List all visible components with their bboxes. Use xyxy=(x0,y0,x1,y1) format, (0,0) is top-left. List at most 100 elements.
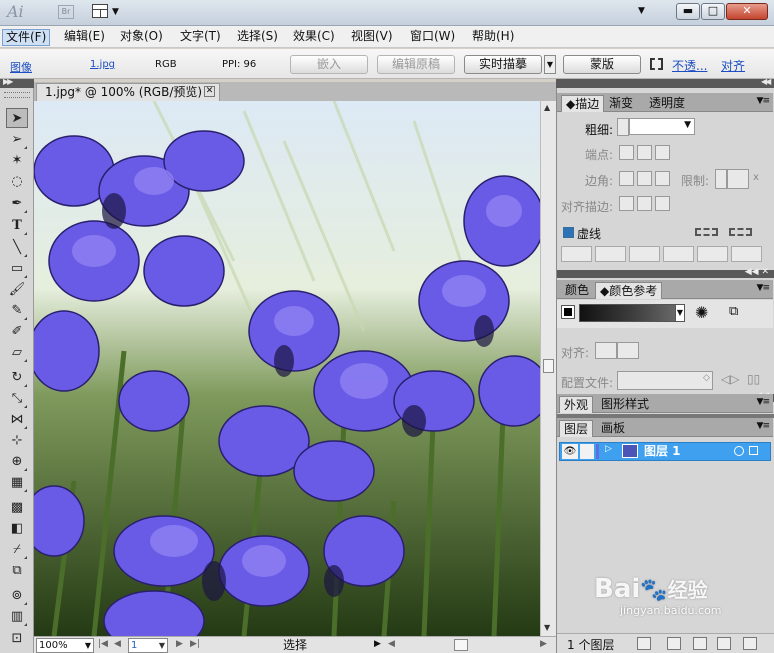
new-layer-icon[interactable] xyxy=(717,637,731,650)
blob-brush-tool-icon[interactable]: ✐ xyxy=(6,322,28,342)
width-tool-icon[interactable]: ⋈ xyxy=(6,410,28,430)
trash-icon[interactable] xyxy=(743,637,757,650)
tools-grip[interactable] xyxy=(4,92,30,98)
panel-menu-icon[interactable]: ▼≡ xyxy=(757,96,771,106)
horizontal-scroll-thumb[interactable] xyxy=(454,639,468,651)
arrange-documents-button[interactable]: ▼ xyxy=(92,4,122,20)
menu-type[interactable]: 文字(T) xyxy=(180,29,221,46)
file-link[interactable]: 1.jpg xyxy=(90,59,115,70)
round-cap-icon[interactable] xyxy=(637,145,652,160)
gap-field-3[interactable] xyxy=(731,246,762,262)
menu-file[interactable]: 文件(F) xyxy=(2,29,51,46)
edit-original-button[interactable]: 编辑原稿 xyxy=(377,55,455,74)
tab-color-guide[interactable]: ◆颜色参考 xyxy=(595,282,663,299)
align-left-icon[interactable] xyxy=(595,342,617,359)
document-tab[interactable]: 1.jpg* @ 100% (RGB/预览) ✕ xyxy=(36,83,220,101)
scroll-up-icon[interactable]: ▲ xyxy=(544,103,550,112)
color-wheel-icon[interactable]: ✺ xyxy=(695,303,708,322)
layer-name[interactable]: 图层 1 xyxy=(644,444,681,459)
projecting-cap-icon[interactable] xyxy=(655,145,670,160)
gap-field-1[interactable] xyxy=(595,246,626,262)
maximize-button[interactable]: □ xyxy=(701,3,725,20)
line-tool-icon[interactable]: ╲ xyxy=(6,238,28,258)
tab-artboards[interactable]: 画板 xyxy=(597,420,629,437)
symbol-sprayer-tool-icon[interactable]: ⊚ xyxy=(6,586,28,606)
paintbrush-tool-icon[interactable]: 🖌 xyxy=(6,280,28,300)
limit-input[interactable] xyxy=(727,169,749,189)
menu-view[interactable]: 视图(V) xyxy=(351,29,393,46)
opacity-link[interactable]: 不透... xyxy=(672,57,707,74)
harmony-color-bar[interactable] xyxy=(579,304,679,322)
free-transform-tool-icon[interactable]: ⊹ xyxy=(6,431,28,451)
scroll-down-icon[interactable]: ▼ xyxy=(544,623,550,632)
panel-menu-icon[interactable]: ▼≡ xyxy=(757,283,771,293)
visibility-eye-icon[interactable]: 👁 xyxy=(562,444,578,459)
butt-cap-icon[interactable] xyxy=(619,145,634,160)
align-link[interactable]: 对齐 xyxy=(721,57,745,74)
workspace-dropdown-icon[interactable]: ▼ xyxy=(638,6,645,16)
rotate-tool-icon[interactable]: ↻ xyxy=(6,368,28,388)
base-color-swatch[interactable] xyxy=(561,305,575,319)
dash-preserve-icon[interactable] xyxy=(695,228,718,236)
tab-gradient[interactable]: 渐变 xyxy=(605,95,637,112)
lock-toggle[interactable] xyxy=(580,444,594,459)
close-document-icon[interactable]: ✕ xyxy=(204,86,215,97)
perspective-grid-tool-icon[interactable]: ▦ xyxy=(6,473,28,493)
weight-stepper[interactable] xyxy=(617,118,629,136)
tab-transparency[interactable]: 透明度 xyxy=(645,95,689,112)
type-tool-icon[interactable]: T xyxy=(6,216,28,236)
menu-window[interactable]: 窗口(W) xyxy=(410,29,455,46)
live-trace-button[interactable]: 实时描摹 xyxy=(464,55,542,74)
arrange-icon[interactable]: ▯▯ xyxy=(747,372,760,386)
gradient-tool-icon[interactable]: ◧ xyxy=(6,519,28,539)
image-label[interactable]: 图像 xyxy=(10,59,32,75)
weight-select[interactable]: ▼ xyxy=(629,118,695,135)
panel-menu-icon[interactable]: ▼≡ xyxy=(757,421,771,431)
gap-field-2[interactable] xyxy=(663,246,694,262)
menu-effect[interactable]: 效果(C) xyxy=(293,29,335,46)
magic-wand-tool-icon[interactable]: ✶ xyxy=(6,151,28,171)
vertical-scroll-thumb[interactable] xyxy=(543,359,554,373)
scroll-left-icon[interactable]: ◀ xyxy=(388,639,395,649)
trace-options-dropdown[interactable]: ▼ xyxy=(544,55,556,74)
eraser-tool-icon[interactable]: ▱ xyxy=(6,343,28,363)
pencil-tool-icon[interactable]: ✎ xyxy=(6,301,28,321)
dash-field-2[interactable] xyxy=(629,246,660,262)
tab-color[interactable]: 颜色 xyxy=(561,282,593,299)
column-graph-tool-icon[interactable]: ▥ xyxy=(6,607,28,627)
menu-select[interactable]: 选择(S) xyxy=(237,29,278,46)
preset-select[interactable] xyxy=(617,371,713,390)
next-artboard-icon[interactable]: ▶ xyxy=(176,639,183,649)
bridge-icon[interactable]: Br xyxy=(58,5,74,19)
tab-appearance[interactable]: 外观 xyxy=(559,396,594,413)
first-artboard-icon[interactable]: |◀ xyxy=(98,639,108,649)
new-sublayer-icon[interactable] xyxy=(693,637,707,650)
rectangle-tool-icon[interactable]: ▭ xyxy=(6,259,28,279)
embed-button[interactable]: 嵌入 xyxy=(290,55,368,74)
selection-square-icon[interactable] xyxy=(749,446,758,455)
target-circle-icon[interactable] xyxy=(734,446,744,456)
mesh-tool-icon[interactable]: ▩ xyxy=(6,498,28,518)
miter-join-icon[interactable] xyxy=(619,171,634,186)
flip-icon[interactable]: ◁▷ xyxy=(721,372,739,386)
limit-stepper[interactable] xyxy=(715,169,727,189)
save-color-group-icon[interactable]: ⧉ xyxy=(729,304,738,319)
last-artboard-icon[interactable]: ▶| xyxy=(190,639,200,649)
scroll-right-icon[interactable]: ▶ xyxy=(540,639,547,649)
tab-graphic-styles[interactable]: 图形样式 xyxy=(597,396,653,413)
align-outside-icon[interactable] xyxy=(655,196,670,211)
collapse-tools-icon[interactable]: ▶▶ xyxy=(3,77,13,86)
artwork-canvas[interactable] xyxy=(34,101,540,636)
dash-field-3[interactable] xyxy=(697,246,728,262)
mask-button[interactable]: 蒙版 xyxy=(563,55,641,74)
eyedropper-tool-icon[interactable]: ⌿ xyxy=(6,540,28,560)
align-inside-icon[interactable] xyxy=(637,196,652,211)
artboard-number-field[interactable]: 1 ▼ xyxy=(128,638,168,653)
preset-stepper-icon[interactable]: ◇ xyxy=(703,373,710,383)
align-right-icon[interactable] xyxy=(617,342,639,359)
locate-object-icon[interactable] xyxy=(637,637,651,650)
dash-align-icon[interactable] xyxy=(729,228,752,236)
selection-bounds-icon[interactable] xyxy=(650,58,663,70)
menu-edit[interactable]: 编辑(E) xyxy=(64,29,105,46)
close-button[interactable]: ✕ xyxy=(726,3,768,20)
